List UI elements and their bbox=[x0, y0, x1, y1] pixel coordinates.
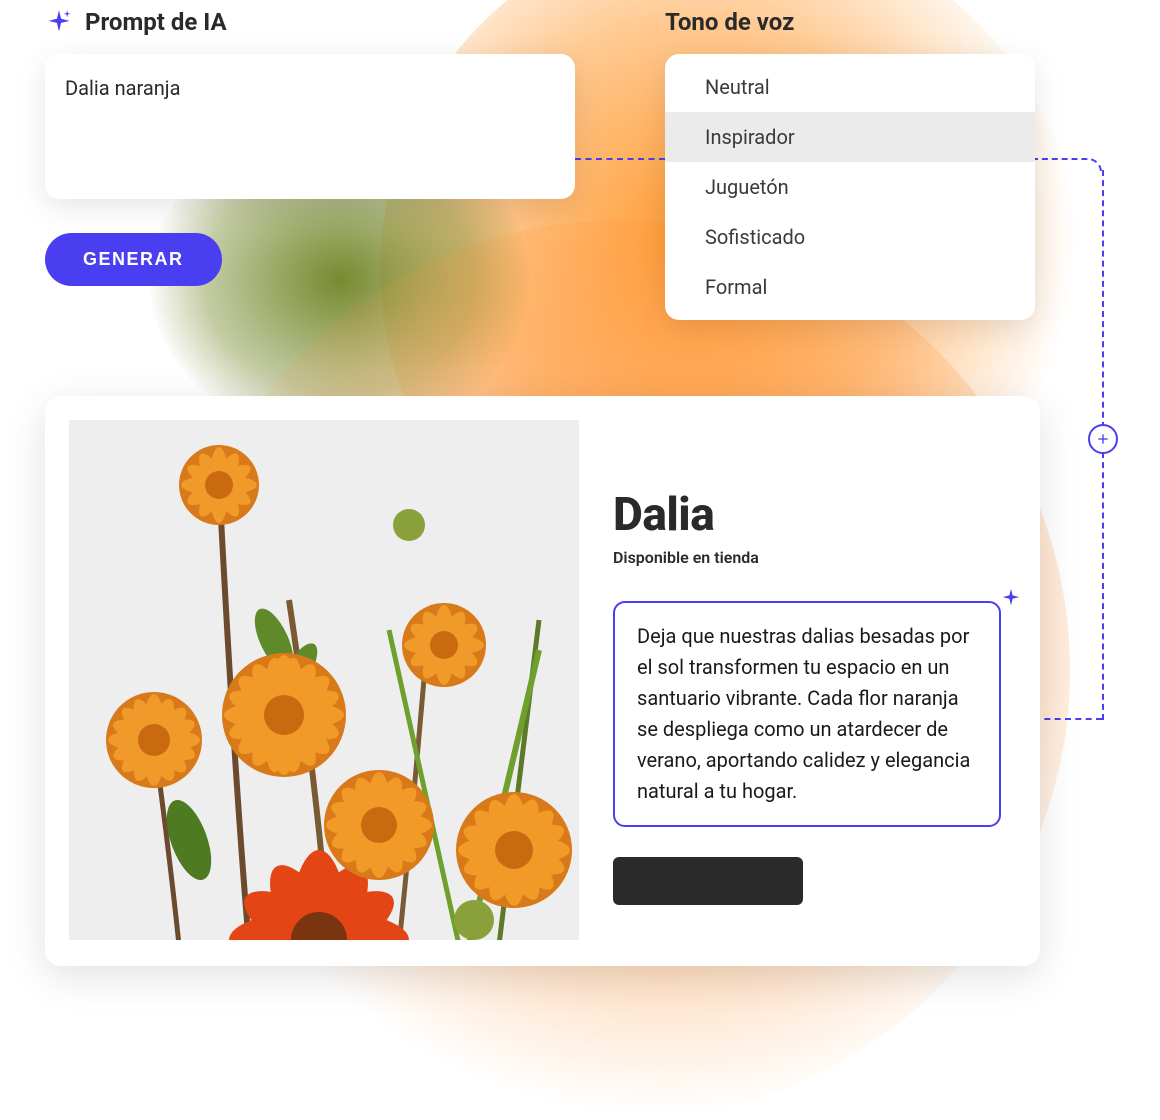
prompt-section: Prompt de IA GENERAR bbox=[45, 8, 575, 286]
sparkle-icon bbox=[1000, 587, 1022, 609]
product-image bbox=[69, 420, 579, 940]
sparkle-icon bbox=[45, 8, 73, 36]
tone-option-formal[interactable]: Formal bbox=[665, 262, 1035, 312]
product-details: Dalia Disponible en tienda Deja que nues… bbox=[613, 420, 1016, 942]
product-subtitle: Disponible en tienda bbox=[613, 548, 1016, 567]
tone-option-jugueton[interactable]: Juguetón bbox=[665, 162, 1035, 212]
tone-section: Tono de voz Neutral Inspirador Juguetón … bbox=[665, 8, 1035, 320]
prompt-label: Prompt de IA bbox=[85, 8, 227, 36]
generated-description[interactable]: Deja que nuestras dalias besadas por el … bbox=[613, 601, 1001, 827]
tone-option-inspirador[interactable]: Inspirador bbox=[665, 112, 1035, 162]
connector-line bbox=[575, 158, 665, 160]
prompt-input[interactable] bbox=[45, 54, 575, 199]
tone-option-sofisticado[interactable]: Sofisticado bbox=[665, 212, 1035, 262]
tone-label: Tono de voz bbox=[665, 8, 1035, 36]
tone-dropdown[interactable]: Neutral Inspirador Juguetón Sofisticado … bbox=[665, 54, 1035, 320]
connector-line bbox=[1032, 158, 1102, 172]
product-preview-card: Dalia Disponible en tienda Deja que nues… bbox=[45, 396, 1040, 966]
plus-icon bbox=[1088, 424, 1118, 454]
cta-button-placeholder[interactable] bbox=[613, 857, 803, 905]
tone-option-neutral[interactable]: Neutral bbox=[665, 62, 1035, 112]
prompt-header: Prompt de IA bbox=[45, 8, 575, 36]
generate-button[interactable]: GENERAR bbox=[45, 233, 222, 286]
product-title: Dalia bbox=[613, 488, 1016, 542]
description-wrapper: Deja que nuestras dalias besadas por el … bbox=[613, 601, 1016, 827]
